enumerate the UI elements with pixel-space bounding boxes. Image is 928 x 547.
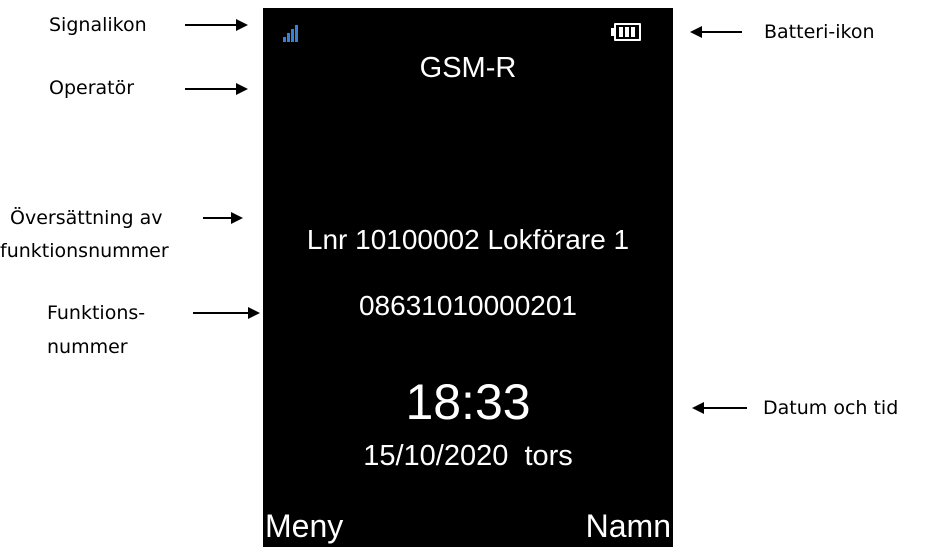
signal-strength-icon (283, 22, 303, 42)
signal-icon-arrow (185, 19, 248, 31)
date-time-label: Datum och tid (763, 397, 899, 419)
function-number-arrow (193, 307, 260, 319)
clock-time: 18:33 (405, 374, 531, 430)
softkey-menu[interactable]: Meny (265, 507, 343, 545)
function-name: Lnr 10100002 Lokförare 1 (306, 224, 630, 255)
function-number-label-line2: nummer (47, 336, 128, 358)
operator-name: GSM-R (419, 52, 517, 84)
signal-icon-label: Signalikon (49, 14, 147, 36)
operator-arrow (185, 83, 248, 95)
translation-arrow (203, 212, 243, 224)
softkey-names[interactable]: Namn (586, 507, 671, 545)
function-number: 08631010000201 (358, 290, 577, 321)
phone-screen: GSM-R Lnr 10100002 Lokförare 1 086310100… (263, 8, 673, 547)
clock-date: 15/10/2020 tors (363, 440, 573, 472)
translation-label-line1: Översättning av (10, 207, 163, 229)
date-time-arrow (692, 402, 747, 414)
translation-label-line2: funktionsnummer (0, 240, 169, 262)
function-number-label-line1: Funktions- (47, 302, 146, 324)
battery-icon-arrow (690, 26, 742, 38)
operator-label: Operatör (49, 77, 135, 99)
battery-full-icon (611, 23, 643, 41)
battery-icon-label: Batteri-ikon (764, 21, 875, 43)
